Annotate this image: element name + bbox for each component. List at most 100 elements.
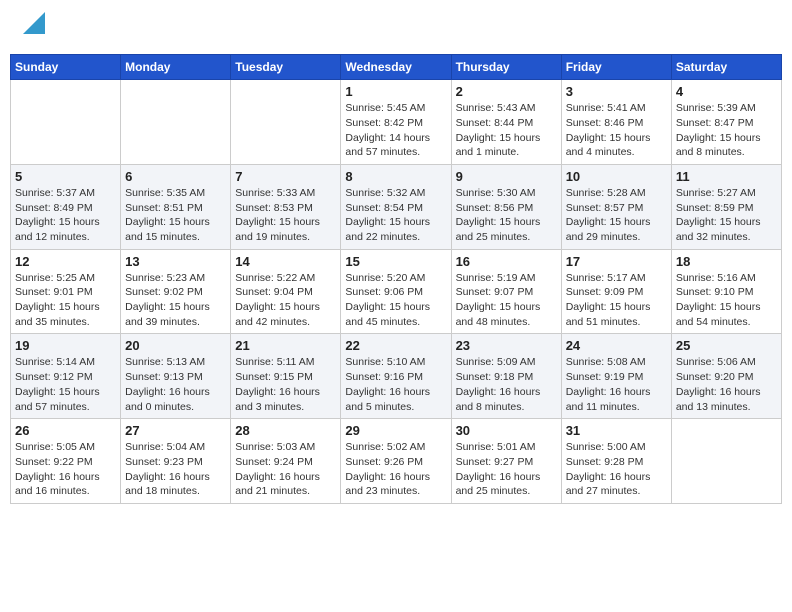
day-info: Sunrise: 5:25 AM Sunset: 9:01 PM Dayligh… bbox=[15, 271, 116, 330]
day-info: Sunrise: 5:28 AM Sunset: 8:57 PM Dayligh… bbox=[566, 186, 667, 245]
day-info: Sunrise: 5:43 AM Sunset: 8:44 PM Dayligh… bbox=[456, 101, 557, 160]
calendar-week-row: 26 Sunrise: 5:05 AM Sunset: 9:22 PM Dayli… bbox=[11, 419, 782, 504]
day-number: 28 bbox=[235, 423, 336, 438]
day-number: 17 bbox=[566, 254, 667, 269]
calendar-cell: 8 Sunrise: 5:32 AM Sunset: 8:54 PM Daylig… bbox=[341, 164, 451, 249]
calendar-cell: 16 Sunrise: 5:19 AM Sunset: 9:07 PM Dayli… bbox=[451, 249, 561, 334]
day-number: 11 bbox=[676, 169, 777, 184]
calendar-cell bbox=[231, 80, 341, 165]
calendar-cell: 7 Sunrise: 5:33 AM Sunset: 8:53 PM Daylig… bbox=[231, 164, 341, 249]
logo-icon bbox=[23, 12, 45, 34]
day-number: 20 bbox=[125, 338, 226, 353]
day-info: Sunrise: 5:45 AM Sunset: 8:42 PM Dayligh… bbox=[345, 101, 446, 160]
day-of-week-thursday: Thursday bbox=[451, 55, 561, 80]
day-number: 6 bbox=[125, 169, 226, 184]
day-number: 29 bbox=[345, 423, 446, 438]
calendar-cell: 9 Sunrise: 5:30 AM Sunset: 8:56 PM Daylig… bbox=[451, 164, 561, 249]
day-number: 23 bbox=[456, 338, 557, 353]
day-of-week-wednesday: Wednesday bbox=[341, 55, 451, 80]
calendar-cell: 26 Sunrise: 5:05 AM Sunset: 9:22 PM Dayli… bbox=[11, 419, 121, 504]
day-info: Sunrise: 5:13 AM Sunset: 9:13 PM Dayligh… bbox=[125, 355, 226, 414]
day-of-week-friday: Friday bbox=[561, 55, 671, 80]
day-number: 12 bbox=[15, 254, 116, 269]
day-number: 22 bbox=[345, 338, 446, 353]
day-info: Sunrise: 5:41 AM Sunset: 8:46 PM Dayligh… bbox=[566, 101, 667, 160]
calendar-cell: 27 Sunrise: 5:04 AM Sunset: 9:23 PM Dayli… bbox=[121, 419, 231, 504]
day-number: 27 bbox=[125, 423, 226, 438]
calendar-cell: 29 Sunrise: 5:02 AM Sunset: 9:26 PM Dayli… bbox=[341, 419, 451, 504]
calendar-cell: 2Sunrise: 5:43 AM Sunset: 8:44 PM Daylig… bbox=[451, 80, 561, 165]
day-info: Sunrise: 5:08 AM Sunset: 9:19 PM Dayligh… bbox=[566, 355, 667, 414]
calendar-cell: 19 Sunrise: 5:14 AM Sunset: 9:12 PM Dayli… bbox=[11, 334, 121, 419]
day-number: 9 bbox=[456, 169, 557, 184]
day-number: 14 bbox=[235, 254, 336, 269]
calendar-cell: 1 Sunrise: 5:45 AM Sunset: 8:42 PM Daylig… bbox=[341, 80, 451, 165]
day-number: 1 bbox=[345, 84, 446, 99]
day-number: 8 bbox=[345, 169, 446, 184]
day-info: Sunrise: 5:00 AM Sunset: 9:28 PM Dayligh… bbox=[566, 440, 667, 499]
day-of-week-tuesday: Tuesday bbox=[231, 55, 341, 80]
day-info: Sunrise: 5:23 AM Sunset: 9:02 PM Dayligh… bbox=[125, 271, 226, 330]
calendar-week-row: 12 Sunrise: 5:25 AM Sunset: 9:01 PM Dayli… bbox=[11, 249, 782, 334]
calendar-cell bbox=[121, 80, 231, 165]
calendar-week-row: 19 Sunrise: 5:14 AM Sunset: 9:12 PM Dayli… bbox=[11, 334, 782, 419]
day-info: Sunrise: 5:30 AM Sunset: 8:56 PM Dayligh… bbox=[456, 186, 557, 245]
calendar-cell: 25Sunrise: 5:06 AM Sunset: 9:20 PM Dayli… bbox=[671, 334, 781, 419]
day-info: Sunrise: 5:37 AM Sunset: 8:49 PM Dayligh… bbox=[15, 186, 116, 245]
calendar-cell: 12 Sunrise: 5:25 AM Sunset: 9:01 PM Dayli… bbox=[11, 249, 121, 334]
calendar-cell: 28 Sunrise: 5:03 AM Sunset: 9:24 PM Dayli… bbox=[231, 419, 341, 504]
day-info: Sunrise: 5:11 AM Sunset: 9:15 PM Dayligh… bbox=[235, 355, 336, 414]
day-number: 4 bbox=[676, 84, 777, 99]
day-info: Sunrise: 5:01 AM Sunset: 9:27 PM Dayligh… bbox=[456, 440, 557, 499]
calendar-cell bbox=[671, 419, 781, 504]
calendar-cell: 30 Sunrise: 5:01 AM Sunset: 9:27 PM Dayli… bbox=[451, 419, 561, 504]
day-of-week-sunday: Sunday bbox=[11, 55, 121, 80]
day-number: 16 bbox=[456, 254, 557, 269]
calendar-week-row: 1 Sunrise: 5:45 AM Sunset: 8:42 PM Daylig… bbox=[11, 80, 782, 165]
day-of-week-monday: Monday bbox=[121, 55, 231, 80]
day-info: Sunrise: 5:33 AM Sunset: 8:53 PM Dayligh… bbox=[235, 186, 336, 245]
calendar-cell: 21 Sunrise: 5:11 AM Sunset: 9:15 PM Dayli… bbox=[231, 334, 341, 419]
day-number: 26 bbox=[15, 423, 116, 438]
day-number: 5 bbox=[15, 169, 116, 184]
day-number: 18 bbox=[676, 254, 777, 269]
day-number: 10 bbox=[566, 169, 667, 184]
day-info: Sunrise: 5:02 AM Sunset: 9:26 PM Dayligh… bbox=[345, 440, 446, 499]
day-number: 7 bbox=[235, 169, 336, 184]
calendar-cell: 31 Sunrise: 5:00 AM Sunset: 9:28 PM Dayli… bbox=[561, 419, 671, 504]
calendar-cell: 13 Sunrise: 5:23 AM Sunset: 9:02 PM Dayli… bbox=[121, 249, 231, 334]
calendar-cell bbox=[11, 80, 121, 165]
day-number: 13 bbox=[125, 254, 226, 269]
calendar-cell: 10 Sunrise: 5:28 AM Sunset: 8:57 PM Dayli… bbox=[561, 164, 671, 249]
day-number: 15 bbox=[345, 254, 446, 269]
calendar-header-row: SundayMondayTuesdayWednesdayThursdayFrid… bbox=[11, 55, 782, 80]
calendar-cell: 17Sunrise: 5:17 AM Sunset: 9:09 PM Dayli… bbox=[561, 249, 671, 334]
day-number: 24 bbox=[566, 338, 667, 353]
calendar-week-row: 5 Sunrise: 5:37 AM Sunset: 8:49 PM Daylig… bbox=[11, 164, 782, 249]
day-info: Sunrise: 5:05 AM Sunset: 9:22 PM Dayligh… bbox=[15, 440, 116, 499]
calendar-cell: 23Sunrise: 5:09 AM Sunset: 9:18 PM Dayli… bbox=[451, 334, 561, 419]
day-info: Sunrise: 5:39 AM Sunset: 8:47 PM Dayligh… bbox=[676, 101, 777, 160]
day-info: Sunrise: 5:03 AM Sunset: 9:24 PM Dayligh… bbox=[235, 440, 336, 499]
day-info: Sunrise: 5:35 AM Sunset: 8:51 PM Dayligh… bbox=[125, 186, 226, 245]
day-info: Sunrise: 5:16 AM Sunset: 9:10 PM Dayligh… bbox=[676, 271, 777, 330]
calendar-table: SundayMondayTuesdayWednesdayThursdayFrid… bbox=[10, 54, 782, 504]
day-number: 21 bbox=[235, 338, 336, 353]
calendar-cell: 24 Sunrise: 5:08 AM Sunset: 9:19 PM Dayli… bbox=[561, 334, 671, 419]
calendar-cell: 5 Sunrise: 5:37 AM Sunset: 8:49 PM Daylig… bbox=[11, 164, 121, 249]
calendar-cell: 14Sunrise: 5:22 AM Sunset: 9:04 PM Dayli… bbox=[231, 249, 341, 334]
day-info: Sunrise: 5:14 AM Sunset: 9:12 PM Dayligh… bbox=[15, 355, 116, 414]
day-number: 19 bbox=[15, 338, 116, 353]
calendar-cell: 15 Sunrise: 5:20 AM Sunset: 9:06 PM Dayli… bbox=[341, 249, 451, 334]
day-number: 31 bbox=[566, 423, 667, 438]
day-number: 30 bbox=[456, 423, 557, 438]
day-info: Sunrise: 5:19 AM Sunset: 9:07 PM Dayligh… bbox=[456, 271, 557, 330]
day-info: Sunrise: 5:20 AM Sunset: 9:06 PM Dayligh… bbox=[345, 271, 446, 330]
calendar-cell: 20 Sunrise: 5:13 AM Sunset: 9:13 PM Dayli… bbox=[121, 334, 231, 419]
day-of-week-saturday: Saturday bbox=[671, 55, 781, 80]
logo bbox=[20, 15, 45, 39]
calendar-cell: 18 Sunrise: 5:16 AM Sunset: 9:10 PM Dayli… bbox=[671, 249, 781, 334]
day-info: Sunrise: 5:04 AM Sunset: 9:23 PM Dayligh… bbox=[125, 440, 226, 499]
day-number: 25 bbox=[676, 338, 777, 353]
day-info: Sunrise: 5:32 AM Sunset: 8:54 PM Dayligh… bbox=[345, 186, 446, 245]
